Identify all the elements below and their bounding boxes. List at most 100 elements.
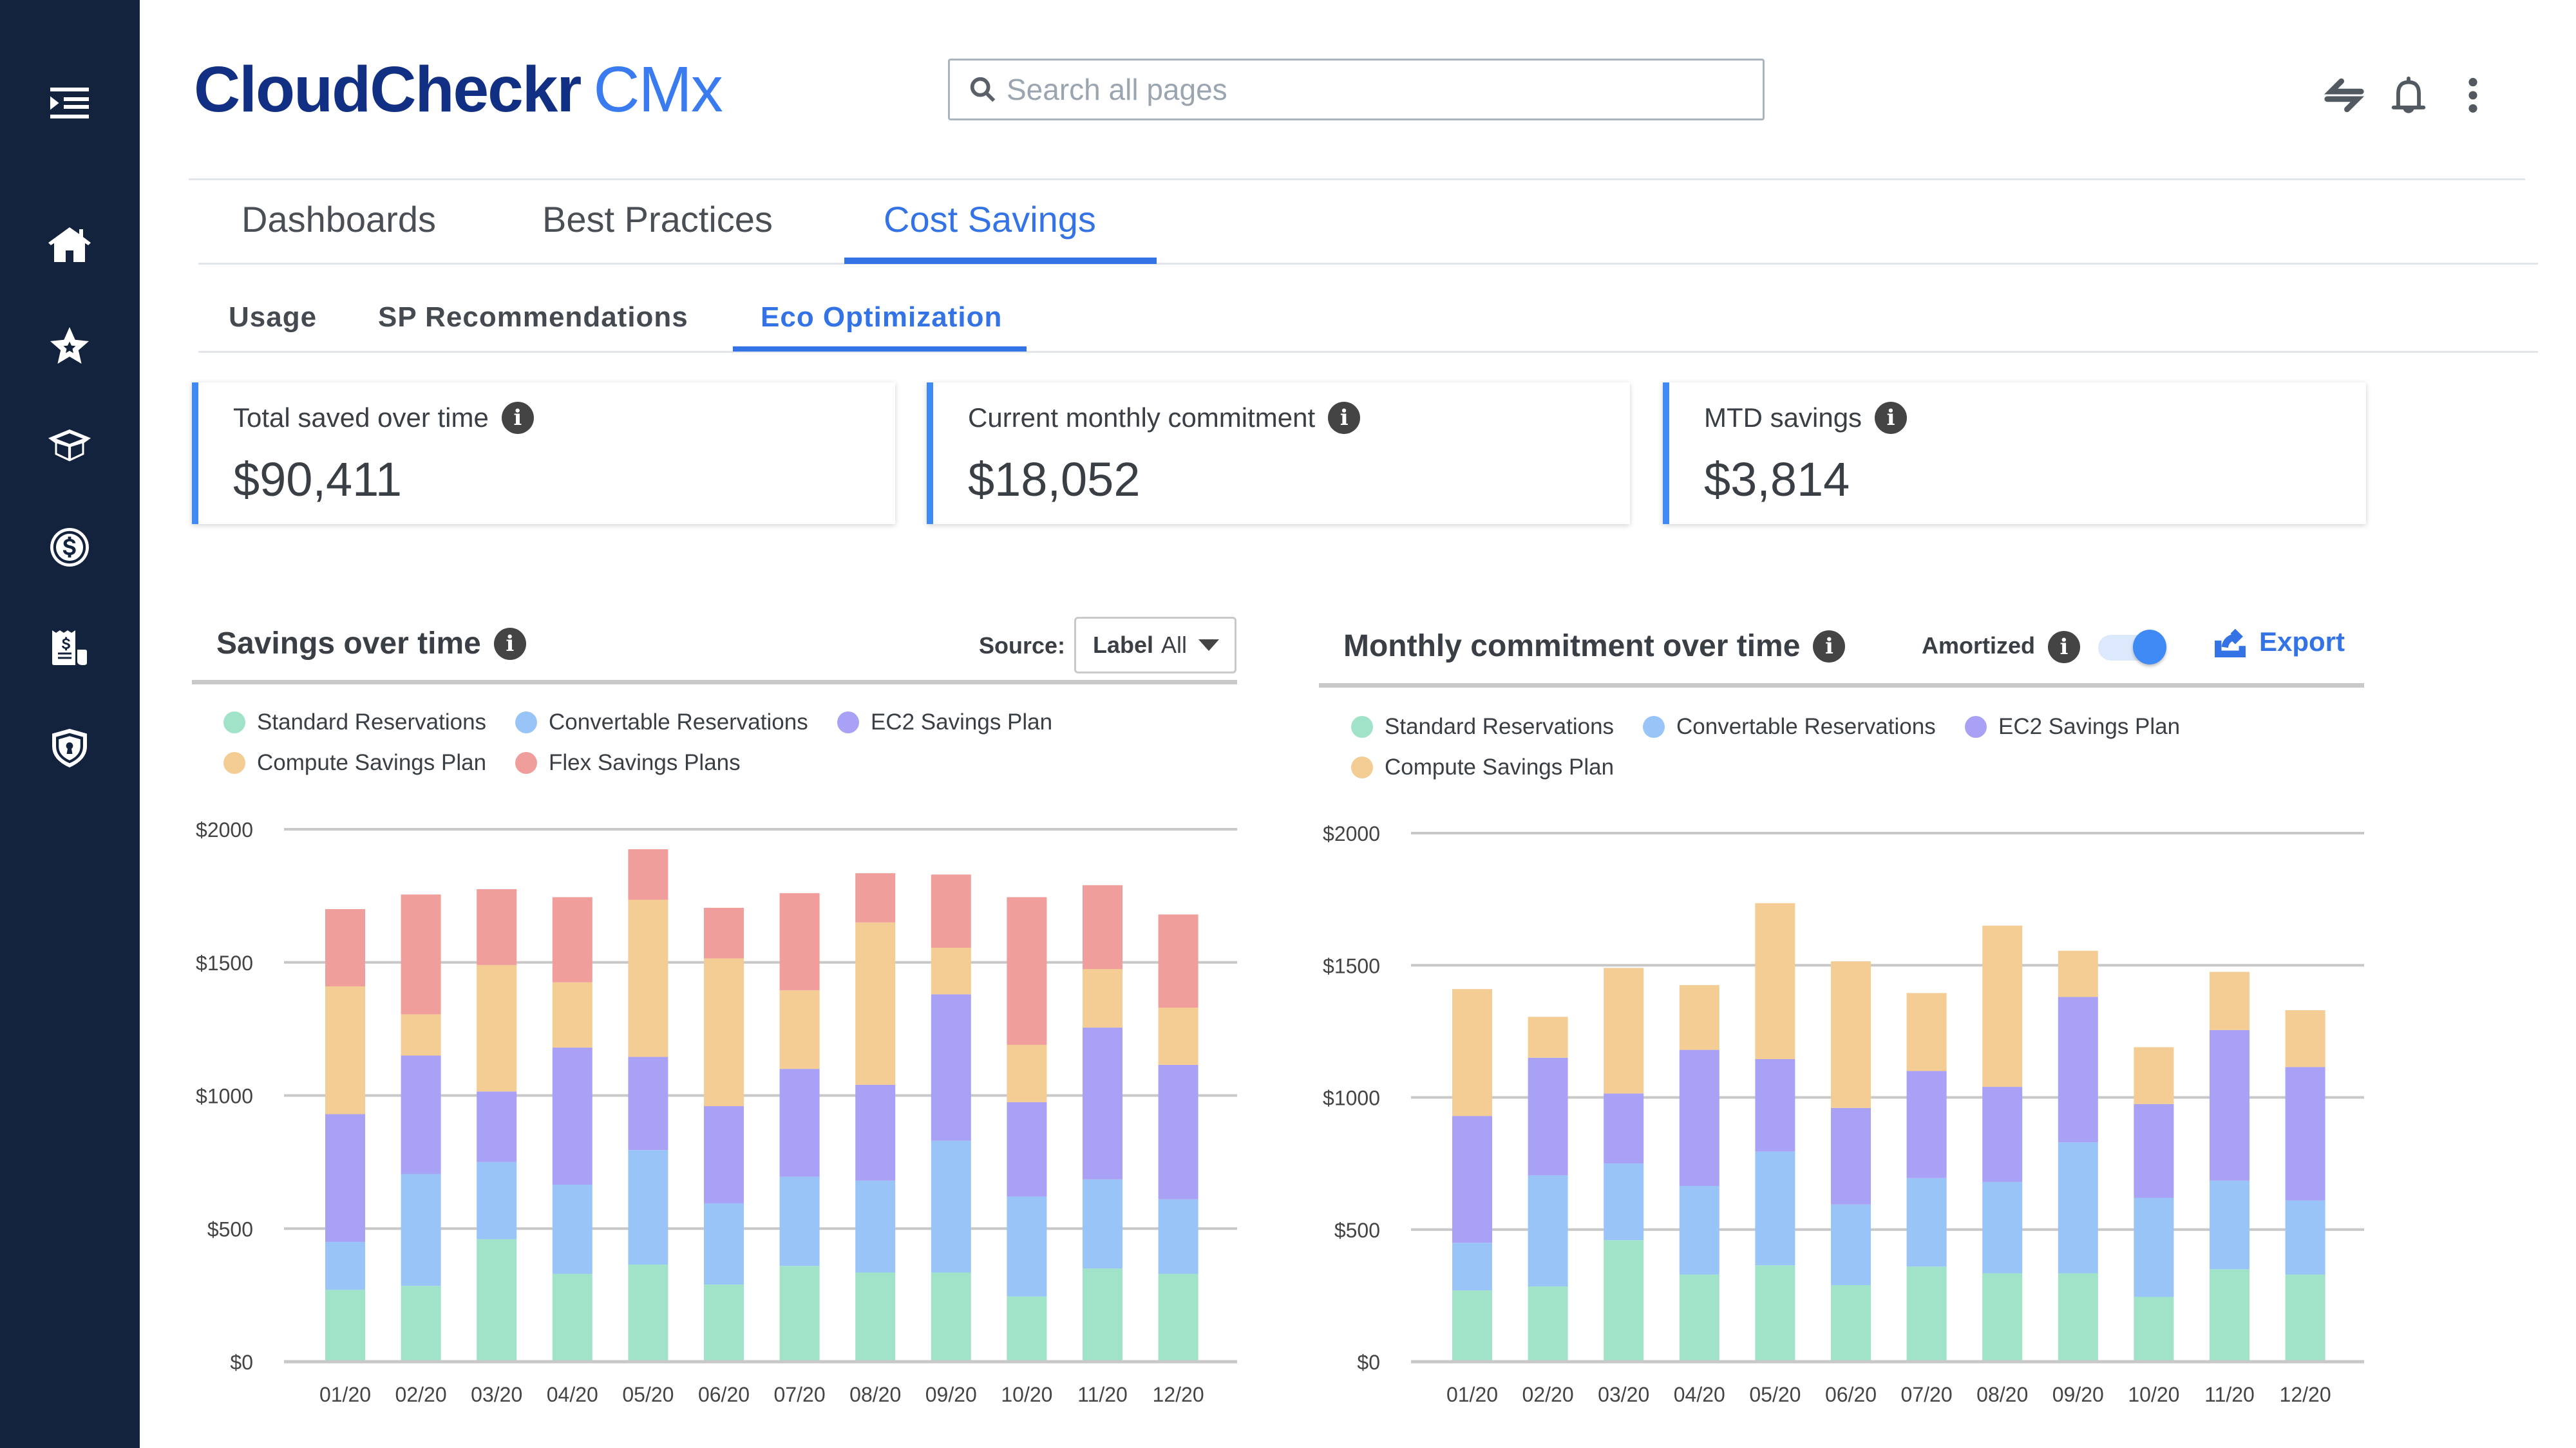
bar-segment-compute-savings-plan[interactable] [1831,961,1871,1108]
bar-segment-convertable-reservations[interactable] [855,1180,896,1273]
bar-segment-standard-reservations[interactable] [1158,1274,1198,1362]
bar-segment-compute-savings-plan[interactable] [1906,993,1947,1071]
bar-segment-standard-reservations[interactable] [704,1284,744,1362]
bar-segment-standard-reservations[interactable] [1831,1284,1871,1362]
bar-segment-standard-reservations[interactable] [401,1286,441,1362]
info-icon[interactable]: i [493,627,526,660]
bar-segment-convertable-reservations[interactable] [552,1185,592,1274]
bar-segment-standard-reservations[interactable] [1528,1286,1568,1362]
search-box[interactable] [948,59,1765,120]
info-icon[interactable]: i [1813,630,1846,663]
amortized-toggle[interactable] [2098,630,2166,664]
bar-segment-convertable-reservations[interactable] [628,1150,668,1265]
bar-segment-convertable-reservations[interactable] [704,1203,744,1285]
bar-segment-compute-savings-plan[interactable] [1679,985,1719,1050]
bar-segment-compute-savings-plan[interactable] [552,982,592,1048]
bar-segment-ec2-savings-plan[interactable] [1831,1107,1871,1205]
info-icon[interactable]: i [501,402,534,434]
menu-expand-icon[interactable] [43,76,97,130]
legend-item-standard-reservations[interactable]: Standard Reservations [1351,714,1614,740]
legend-item-compute-savings-plan[interactable]: Compute Savings Plan [223,750,486,776]
bar-segment-convertable-reservations[interactable] [1831,1204,1871,1285]
bar-segment-standard-reservations[interactable] [2210,1269,2249,1362]
bar-segment-standard-reservations[interactable] [628,1265,668,1362]
bar-segment-flex-savings-plans[interactable] [401,894,441,1015]
bar-segment-flex-savings-plans[interactable] [855,873,896,923]
home-icon[interactable] [43,218,97,272]
bar-segment-compute-savings-plan[interactable] [931,948,971,995]
bar-segment-compute-savings-plan[interactable] [477,964,517,1092]
bar-segment-ec2-savings-plan[interactable] [2285,1067,2325,1201]
bar-segment-ec2-savings-plan[interactable] [628,1057,668,1151]
bar-segment-flex-savings-plans[interactable] [477,889,517,965]
bar-segment-standard-reservations[interactable] [1452,1290,1492,1362]
bar-segment-ec2-savings-plan[interactable] [1906,1071,1947,1178]
bar-segment-ec2-savings-plan[interactable] [1755,1058,1795,1152]
bar-segment-convertable-reservations[interactable] [1679,1186,1719,1275]
bar-segment-convertable-reservations[interactable] [2285,1200,2325,1275]
subtab-sp-recommendations[interactable]: SP Recommendations [378,301,688,334]
bar-segment-flex-savings-plans[interactable] [1007,897,1047,1045]
bar-segment-standard-reservations[interactable] [1604,1240,1644,1362]
bar-segment-standard-reservations[interactable] [1982,1273,2023,1362]
bar-segment-compute-savings-plan[interactable] [325,986,365,1114]
box-icon[interactable] [43,420,97,474]
dollar-coin-icon[interactable] [43,520,97,574]
bar-segment-ec2-savings-plan[interactable] [1679,1049,1719,1187]
bar-segment-ec2-savings-plan[interactable] [325,1114,365,1242]
info-icon[interactable]: i [1328,402,1361,434]
bar-segment-standard-reservations[interactable] [325,1290,365,1362]
bar-segment-convertable-reservations[interactable] [1604,1163,1644,1241]
legend-item-ec2-savings-plan[interactable]: EC2 Savings Plan [1965,714,2180,740]
bar-segment-standard-reservations[interactable] [552,1274,592,1362]
bar-segment-convertable-reservations[interactable] [931,1140,971,1273]
bar-segment-ec2-savings-plan[interactable] [477,1091,517,1162]
legend-item-ec2-savings-plan[interactable]: EC2 Savings Plan [837,710,1052,735]
tab-dashboards[interactable]: Dashboards [242,198,436,240]
search-input[interactable] [1007,72,1715,107]
bar-segment-compute-savings-plan[interactable] [1982,925,2023,1087]
bar-segment-ec2-savings-plan[interactable] [552,1048,592,1185]
tab-cost-savings[interactable]: Cost Savings [884,198,1096,240]
bar-segment-compute-savings-plan[interactable] [2058,950,2098,997]
bar-segment-compute-savings-plan[interactable] [2210,972,2249,1030]
bar-segment-standard-reservations[interactable] [779,1266,820,1362]
bar-segment-ec2-savings-plan[interactable] [1007,1102,1047,1197]
bar-segment-flex-savings-plans[interactable] [931,874,971,948]
bar-segment-ec2-savings-plan[interactable] [1158,1064,1198,1199]
bar-segment-ec2-savings-plan[interactable] [931,994,971,1141]
shield-lock-icon[interactable] [43,721,97,775]
legend-item-standard-reservations[interactable]: Standard Reservations [223,710,486,735]
legend-item-convertable-reservations[interactable]: Convertable Reservations [515,710,808,735]
bar-segment-convertable-reservations[interactable] [1982,1181,2023,1274]
bar-segment-standard-reservations[interactable] [931,1272,971,1362]
bar-segment-standard-reservations[interactable] [2285,1274,2325,1362]
bar-segment-convertable-reservations[interactable] [1528,1175,1568,1287]
bar-segment-compute-savings-plan[interactable] [2134,1047,2174,1104]
bar-segment-convertable-reservations[interactable] [1083,1179,1122,1269]
export-button[interactable]: Export [2214,626,2345,658]
bar-segment-convertable-reservations[interactable] [1755,1151,1795,1266]
legend-item-convertable-reservations[interactable]: Convertable Reservations [1643,714,1936,740]
bar-segment-compute-savings-plan[interactable] [2285,1010,2325,1067]
bar-segment-compute-savings-plan[interactable] [628,899,668,1057]
bar-segment-compute-savings-plan[interactable] [704,958,744,1107]
bar-segment-flex-savings-plans[interactable] [704,907,744,959]
bar-segment-flex-savings-plans[interactable] [628,849,668,900]
bar-segment-standard-reservations[interactable] [2134,1297,2174,1362]
invoice-icon[interactable] [43,621,97,675]
switch-account-icon[interactable] [2318,64,2370,126]
bar-segment-ec2-savings-plan[interactable] [401,1055,441,1174]
bar-segment-convertable-reservations[interactable] [477,1161,517,1239]
bar-segment-flex-savings-plans[interactable] [1158,914,1198,1008]
bar-segment-ec2-savings-plan[interactable] [1528,1057,1568,1176]
bar-segment-ec2-savings-plan[interactable] [1982,1087,2023,1182]
bar-segment-convertable-reservations[interactable] [1452,1243,1492,1291]
app-logo[interactable]: CloudCheckr CMx [194,53,723,127]
info-icon[interactable]: i [1875,402,1908,434]
legend-item-compute-savings-plan[interactable]: Compute Savings Plan [1351,755,1614,780]
source-select[interactable]: Label All [1074,617,1236,673]
bar-segment-flex-savings-plans[interactable] [325,909,365,986]
bar-segment-ec2-savings-plan[interactable] [779,1069,820,1177]
bar-segment-convertable-reservations[interactable] [325,1241,365,1290]
